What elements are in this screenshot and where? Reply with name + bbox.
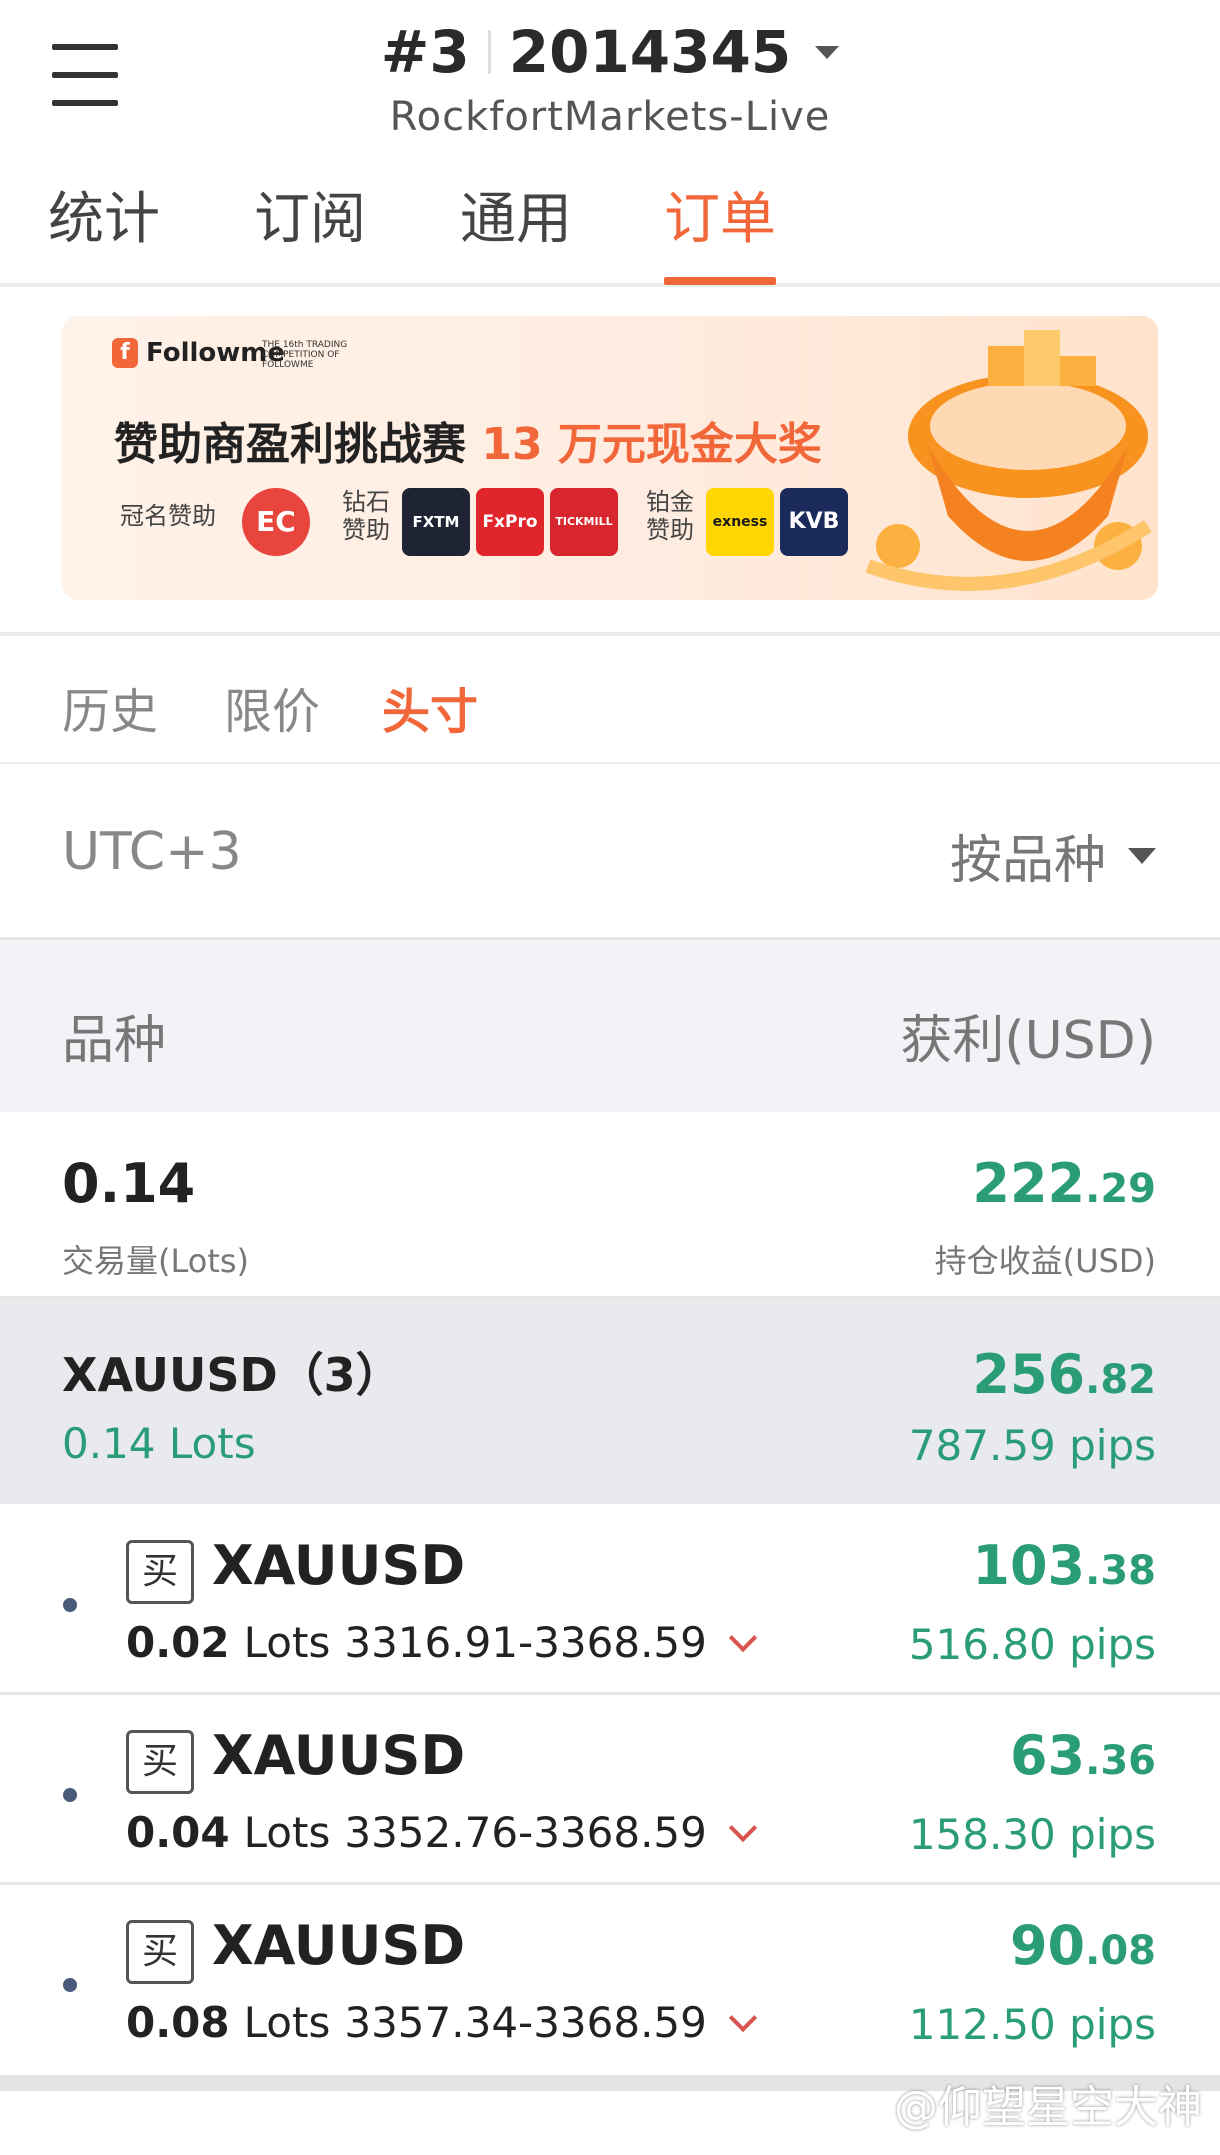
position-symbol: XAUUSD <box>212 1914 466 1977</box>
caret-down-icon[interactable] <box>815 45 840 59</box>
price-range: 3357.34-3368.59 <box>344 1998 707 2047</box>
platinum-sponsor-label: 铂金赞助 <box>646 488 694 544</box>
group-pips: 787.59 pips <box>908 1421 1156 1470</box>
tab-stats[interactable]: 统计 <box>48 180 160 283</box>
caret-down-icon <box>1128 847 1156 864</box>
profit-label: 持仓收益(USD) <box>934 1242 1156 1280</box>
position-profit-int: 103 <box>972 1534 1086 1597</box>
sponsor-kvb-logo: KVB <box>780 488 848 556</box>
position-lots: 0.04 <box>126 1808 230 1857</box>
app-header: #3 2014345 RockfortMarkets-Live <box>0 0 1220 150</box>
total-profit-dec: .29 <box>1085 1166 1156 1212</box>
position-profit-dec: .08 <box>1085 1928 1156 1974</box>
account-id: 2014345 <box>508 18 792 86</box>
symbol-group-row[interactable]: XAUUSD（3） 0.14 Lots 256.82 787.59 pips <box>0 1299 1220 1504</box>
banner-title-main: 赞助商盈利挑战赛 <box>114 419 466 470</box>
active-tab-underline <box>664 277 776 285</box>
filter-row: UTC+3 按品种 <box>0 762 1220 938</box>
position-profit: 103.38 <box>972 1534 1156 1597</box>
position-profit: 90.08 <box>1010 1914 1156 1977</box>
volume-label: 交易量(Lots) <box>62 1242 250 1280</box>
buy-badge: 买 <box>126 1540 194 1604</box>
position-pips: 112.50 pips <box>908 2000 1156 2049</box>
total-profit: 222.29 <box>972 1152 1156 1215</box>
position-lots: 0.08 <box>126 1998 230 2047</box>
total-volume: 0.14 <box>62 1152 196 1215</box>
sponsor-ec-logo: EC <box>242 488 310 556</box>
sort-dropdown[interactable]: 按品种 <box>950 818 1156 893</box>
position-lots: 0.02 <box>126 1618 230 1667</box>
position-row[interactable]: 买 XAUUSD 0.08 Lots 3357.34-3368.59 90.08… <box>0 1884 1220 2072</box>
sort-label: 按品种 <box>949 831 1106 891</box>
banner-title-highlight: 13 万元现金大奖 <box>481 419 822 470</box>
position-pips: 516.80 pips <box>908 1620 1156 1669</box>
timezone-selector[interactable]: UTC+3 <box>62 822 242 882</box>
subtab-positions[interactable]: 头寸 <box>382 672 478 742</box>
banner-title: 赞助商盈利挑战赛 13 万元现金大奖 <box>114 408 822 472</box>
sponsor-exness-logo: exness <box>706 488 774 556</box>
order-subtabs: 历史 限价 头寸 <box>0 636 1220 760</box>
account-number: #3 <box>380 18 470 86</box>
promo-banner[interactable]: f Followme THE 16th TRADING COMPETITION … <box>62 316 1158 600</box>
server-name: RockfortMarkets-Live <box>389 94 831 140</box>
bullet-icon <box>63 1598 77 1612</box>
position-profit: 63.36 <box>1010 1724 1156 1787</box>
position-row[interactable]: 买 XAUUSD 0.02 Lots 3316.91-3368.59 103.3… <box>0 1504 1220 1695</box>
tab-general[interactable]: 通用 <box>460 180 572 283</box>
followme-icon: f <box>112 338 138 368</box>
position-symbol: XAUUSD <box>212 1534 466 1597</box>
position-detail: 0.02 Lots 3316.91-3368.59 <box>126 1618 758 1667</box>
position-detail: 0.04 Lots 3352.76-3368.59 <box>126 1808 758 1857</box>
buy-badge: 买 <box>126 1730 194 1794</box>
group-profit: 256.82 <box>972 1343 1156 1406</box>
tab-orders-label: 订单 <box>664 187 776 252</box>
tab-subscribe[interactable]: 订阅 <box>254 180 366 283</box>
followme-logo: f Followme <box>112 338 285 368</box>
position-profit-dec: .38 <box>1085 1548 1156 1594</box>
position-profit-int: 90 <box>1009 1914 1086 1977</box>
group-profit-dec: .82 <box>1085 1357 1156 1403</box>
tab-orders[interactable]: 订单 <box>664 180 776 285</box>
diamond-sponsor-label: 钻石赞助 <box>342 488 390 544</box>
column-symbol: 品种 <box>62 1011 167 1071</box>
title-sponsor-label: 冠名赞助 <box>120 502 216 530</box>
watermark: @仰望星空大神 <box>894 2082 1202 2133</box>
table-header: 品种 获利(USD) <box>0 937 1220 1112</box>
lots-unit: Lots <box>243 1998 331 2047</box>
subtab-limit[interactable]: 限价 <box>224 672 320 742</box>
positions-summary: 0.14 交易量(Lots) 222.29 持仓收益(USD) <box>0 1110 1220 1299</box>
chevron-down-icon[interactable] <box>728 2003 758 2032</box>
sponsor-fxtm-logo: FXTM <box>402 488 470 556</box>
divider <box>487 30 491 74</box>
chevron-down-icon[interactable] <box>728 1623 758 1652</box>
account-selector[interactable]: #3 2014345 RockfortMarkets-Live <box>0 18 1220 140</box>
subtab-history[interactable]: 历史 <box>62 672 158 742</box>
position-row[interactable]: 买 XAUUSD 0.04 Lots 3352.76-3368.59 63.36… <box>0 1694 1220 1885</box>
total-profit-int: 222 <box>972 1152 1086 1215</box>
buy-badge: 买 <box>126 1920 194 1984</box>
price-range: 3316.91-3368.59 <box>344 1618 707 1667</box>
position-symbol: XAUUSD <box>212 1724 466 1787</box>
group-lots: 0.14 Lots <box>62 1419 256 1468</box>
position-pips: 158.30 pips <box>908 1810 1156 1859</box>
group-profit-int: 256 <box>972 1343 1086 1406</box>
price-range: 3352.76-3368.59 <box>344 1808 707 1857</box>
sponsor-fxpro-logo: FxPro <box>476 488 544 556</box>
bullet-icon <box>63 1978 77 1992</box>
group-symbol: XAUUSD（3） <box>62 1348 402 1402</box>
trophy-illustration <box>865 330 1152 591</box>
position-profit-dec: .36 <box>1085 1738 1156 1784</box>
top-tabs: 统计 订阅 通用 订单 <box>0 180 1220 287</box>
position-detail: 0.08 Lots 3357.34-3368.59 <box>126 1998 758 2047</box>
lots-unit: Lots <box>243 1808 331 1857</box>
competition-badge: THE 16th TRADING COMPETITION OF FOLLOWME <box>262 340 348 370</box>
chevron-down-icon[interactable] <box>728 1813 758 1842</box>
sponsor-tickmill-logo: TICKMILL <box>550 488 618 556</box>
position-profit-int: 63 <box>1009 1724 1086 1787</box>
bullet-icon <box>63 1788 77 1802</box>
lots-unit: Lots <box>243 1618 331 1667</box>
column-profit: 获利(USD) <box>900 1011 1156 1071</box>
